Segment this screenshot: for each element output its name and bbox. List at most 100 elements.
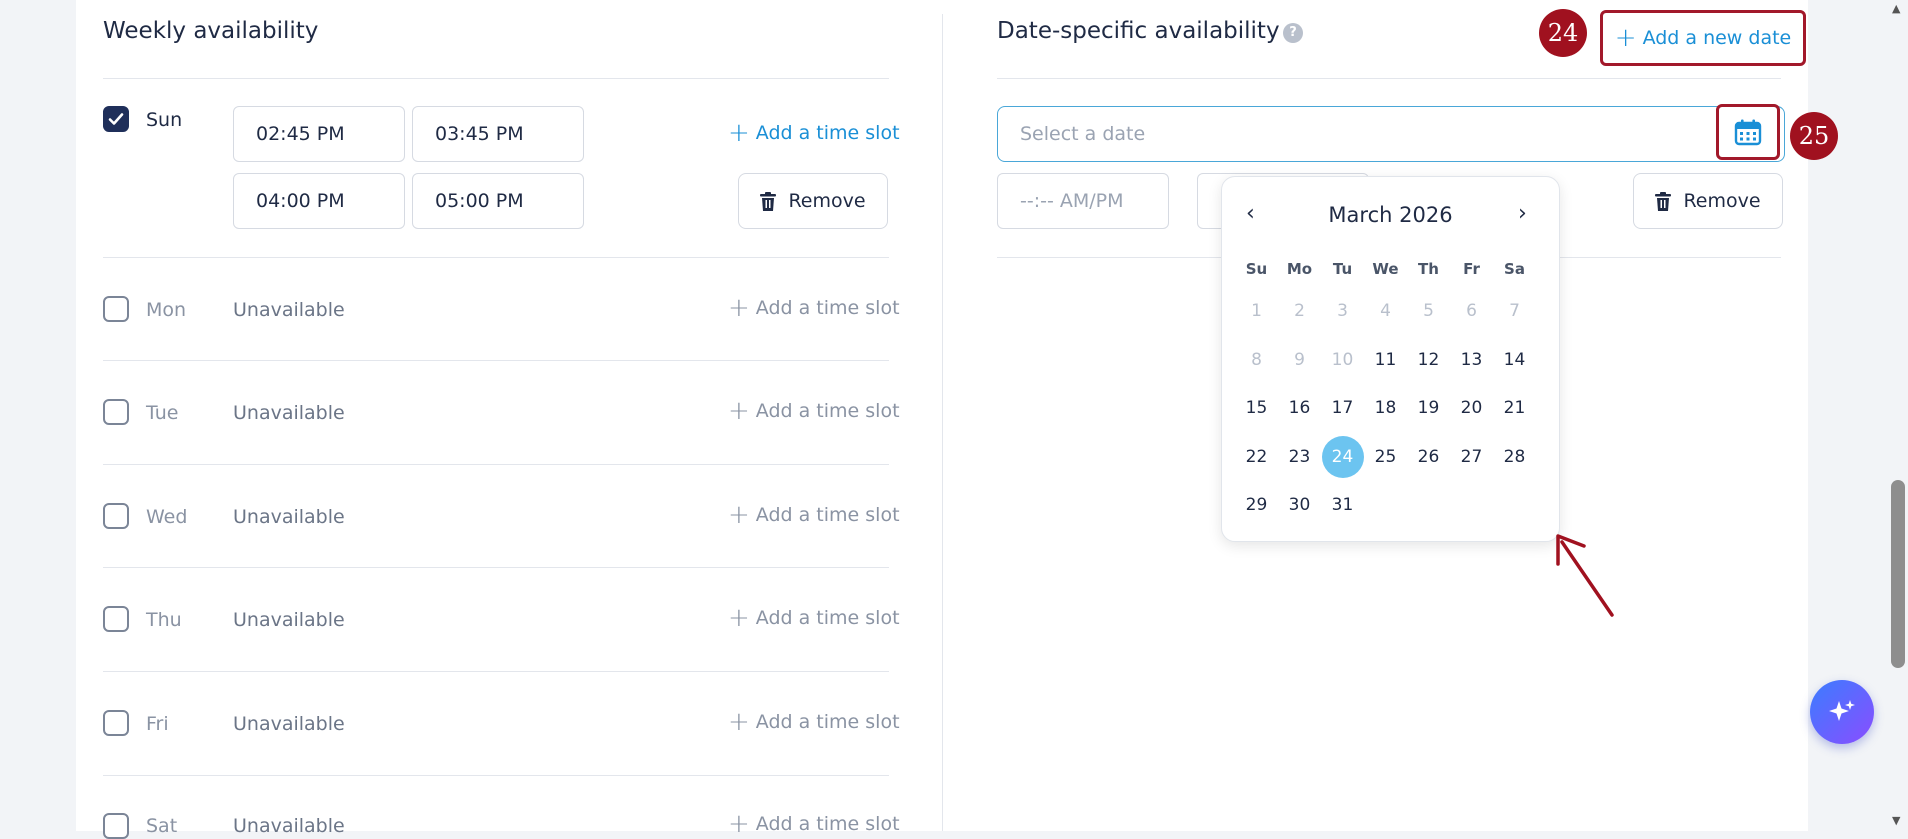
weekday-header: Su Mo Tu We Th Fr Sa (1235, 251, 1537, 287)
add-time-slot-sun[interactable]: + Add a time slot (728, 117, 900, 148)
scrollbar-thumb[interactable] (1891, 480, 1905, 668)
plus-icon: + (1614, 22, 1637, 53)
sat-checkbox[interactable] (103, 813, 129, 839)
calendar-day[interactable]: 20 (1450, 398, 1493, 418)
calendar-day[interactable]: 15 (1235, 398, 1278, 418)
plus-icon: + (728, 292, 750, 323)
calendar-day: 4 (1380, 301, 1391, 322)
plus-icon: + (728, 395, 750, 426)
day-label-sun: Sun (146, 109, 183, 131)
tue-status: Unavailable (233, 402, 345, 424)
add-time-slot-tue[interactable]: + Add a time slot (728, 395, 900, 426)
remove-button-sun[interactable]: Remove (738, 173, 888, 229)
calendar-day[interactable]: 18 (1364, 398, 1407, 418)
day-label-thu: Thu (146, 609, 182, 631)
remove-button-date[interactable]: Remove (1633, 173, 1783, 229)
mon-status: Unavailable (233, 299, 345, 321)
calendar-day: 8 (1251, 349, 1262, 370)
calendar-day[interactable]: 26 (1407, 447, 1450, 467)
calendar-day[interactable]: 25 (1364, 447, 1407, 467)
divider (997, 78, 1781, 79)
calendar-day[interactable]: 28 (1493, 447, 1536, 467)
sun-slot2-end[interactable]: 05:00 PM (412, 173, 584, 229)
plus-icon: + (728, 706, 750, 737)
day-label-mon: Mon (146, 299, 187, 321)
scroll-down-icon[interactable]: ▼ (1892, 814, 1900, 827)
plus-icon: + (728, 499, 750, 530)
column-divider (942, 14, 943, 831)
calendar-icon (1734, 119, 1762, 146)
mon-checkbox[interactable] (103, 296, 129, 322)
calendar-day: 3 (1337, 301, 1348, 322)
weekday-label: Fr (1463, 260, 1480, 278)
calendar-day[interactable]: 16 (1278, 398, 1321, 418)
date-picker-input[interactable]: Select a date (997, 106, 1785, 162)
thu-checkbox[interactable] (103, 606, 129, 632)
day-label-wed: Wed (146, 506, 188, 528)
assistant-fab[interactable] (1810, 680, 1874, 744)
help-icon[interactable]: ? (1283, 23, 1303, 43)
calendar-day[interactable]: 17 (1321, 398, 1364, 418)
divider (103, 775, 889, 776)
scrollbar-track[interactable] (1888, 0, 1908, 831)
weekday-label: Su (1245, 260, 1268, 278)
calendar-week-row: 22 23 24 25 26 27 28 (1235, 433, 1537, 482)
calendar-day[interactable]: 31 (1321, 495, 1364, 515)
divider (103, 360, 889, 361)
calendar-day[interactable]: 14 (1493, 350, 1536, 370)
calendar-day[interactable]: 29 (1235, 495, 1278, 515)
add-time-slot-wed[interactable]: + Add a time slot (728, 499, 900, 530)
wed-status: Unavailable (233, 506, 345, 528)
calendar-day: 2 (1294, 301, 1305, 322)
divider (103, 78, 889, 79)
calendar-day[interactable]: 19 (1407, 398, 1450, 418)
calendar-day[interactable]: 11 (1364, 350, 1407, 370)
calendar-week-row: 1 2 3 4 5 6 7 (1235, 287, 1537, 336)
calendar-month-label: March 2026 (1328, 203, 1453, 227)
weekday-label: Tu (1332, 260, 1353, 278)
weekday-label: Th (1418, 260, 1439, 278)
calendar-day[interactable]: 22 (1235, 447, 1278, 467)
plus-icon: + (728, 117, 750, 148)
sparkle-icon (1829, 700, 1855, 721)
sun-checkbox[interactable] (103, 106, 129, 132)
calendar-week-row: 15 16 17 18 19 20 21 (1235, 384, 1537, 433)
calendar-day[interactable]: 30 (1278, 495, 1321, 515)
thu-status: Unavailable (233, 609, 345, 631)
sun-slot1-end[interactable]: 03:45 PM (412, 106, 584, 162)
add-time-slot-fri[interactable]: + Add a time slot (728, 706, 900, 737)
calendar-day[interactable]: 21 (1493, 398, 1536, 418)
day-label-fri: Fri (146, 713, 169, 735)
next-month-icon[interactable]: › (1518, 201, 1527, 226)
fri-checkbox[interactable] (103, 710, 129, 736)
calendar-day[interactable]: 13 (1450, 350, 1493, 370)
calendar-button[interactable] (1716, 104, 1780, 160)
divider (103, 671, 889, 672)
divider (103, 567, 889, 568)
sun-slot1-start[interactable]: 02:45 PM (233, 106, 405, 162)
add-time-slot-mon[interactable]: + Add a time slot (728, 292, 900, 323)
calendar-day: 1 (1251, 301, 1262, 322)
calendar-day[interactable]: 12 (1407, 350, 1450, 370)
add-time-slot-sat[interactable]: + Add a time slot (728, 811, 900, 837)
add-new-date-button[interactable]: + Add a new date (1600, 10, 1806, 66)
day-label-sat: Sat (146, 815, 178, 837)
fri-status: Unavailable (233, 713, 345, 735)
add-time-slot-thu[interactable]: + Add a time slot (728, 605, 900, 631)
wed-checkbox[interactable] (103, 503, 129, 529)
calendar-day[interactable]: 23 (1278, 447, 1321, 467)
scroll-up-icon[interactable]: ▲ (1892, 2, 1900, 15)
trash-icon (1655, 191, 1672, 211)
calendar-day: 6 (1466, 301, 1477, 322)
day-label-tue: Tue (146, 402, 179, 424)
date-time-start-input[interactable]: --:-- AM/PM (997, 173, 1169, 229)
divider (103, 257, 889, 258)
calendar-day-selected[interactable]: 24 (1321, 435, 1364, 478)
tue-checkbox[interactable] (103, 399, 129, 425)
divider (103, 464, 889, 465)
calendar-popup: ‹ March 2026 › Su Mo Tu We Th Fr Sa 1 2 3 4 5 6 7 8 9 10… (1221, 176, 1560, 542)
calendar-grid: Su Mo Tu We Th Fr Sa 1 2 3 4 5 6 7 8 9 10 11 12 13 14 15 16 17 1… (1235, 251, 1537, 530)
calendar-week-row: 8 9 10 11 12 13 14 (1235, 336, 1537, 385)
calendar-day[interactable]: 27 (1450, 447, 1493, 467)
sun-slot2-start[interactable]: 04:00 PM (233, 173, 405, 229)
